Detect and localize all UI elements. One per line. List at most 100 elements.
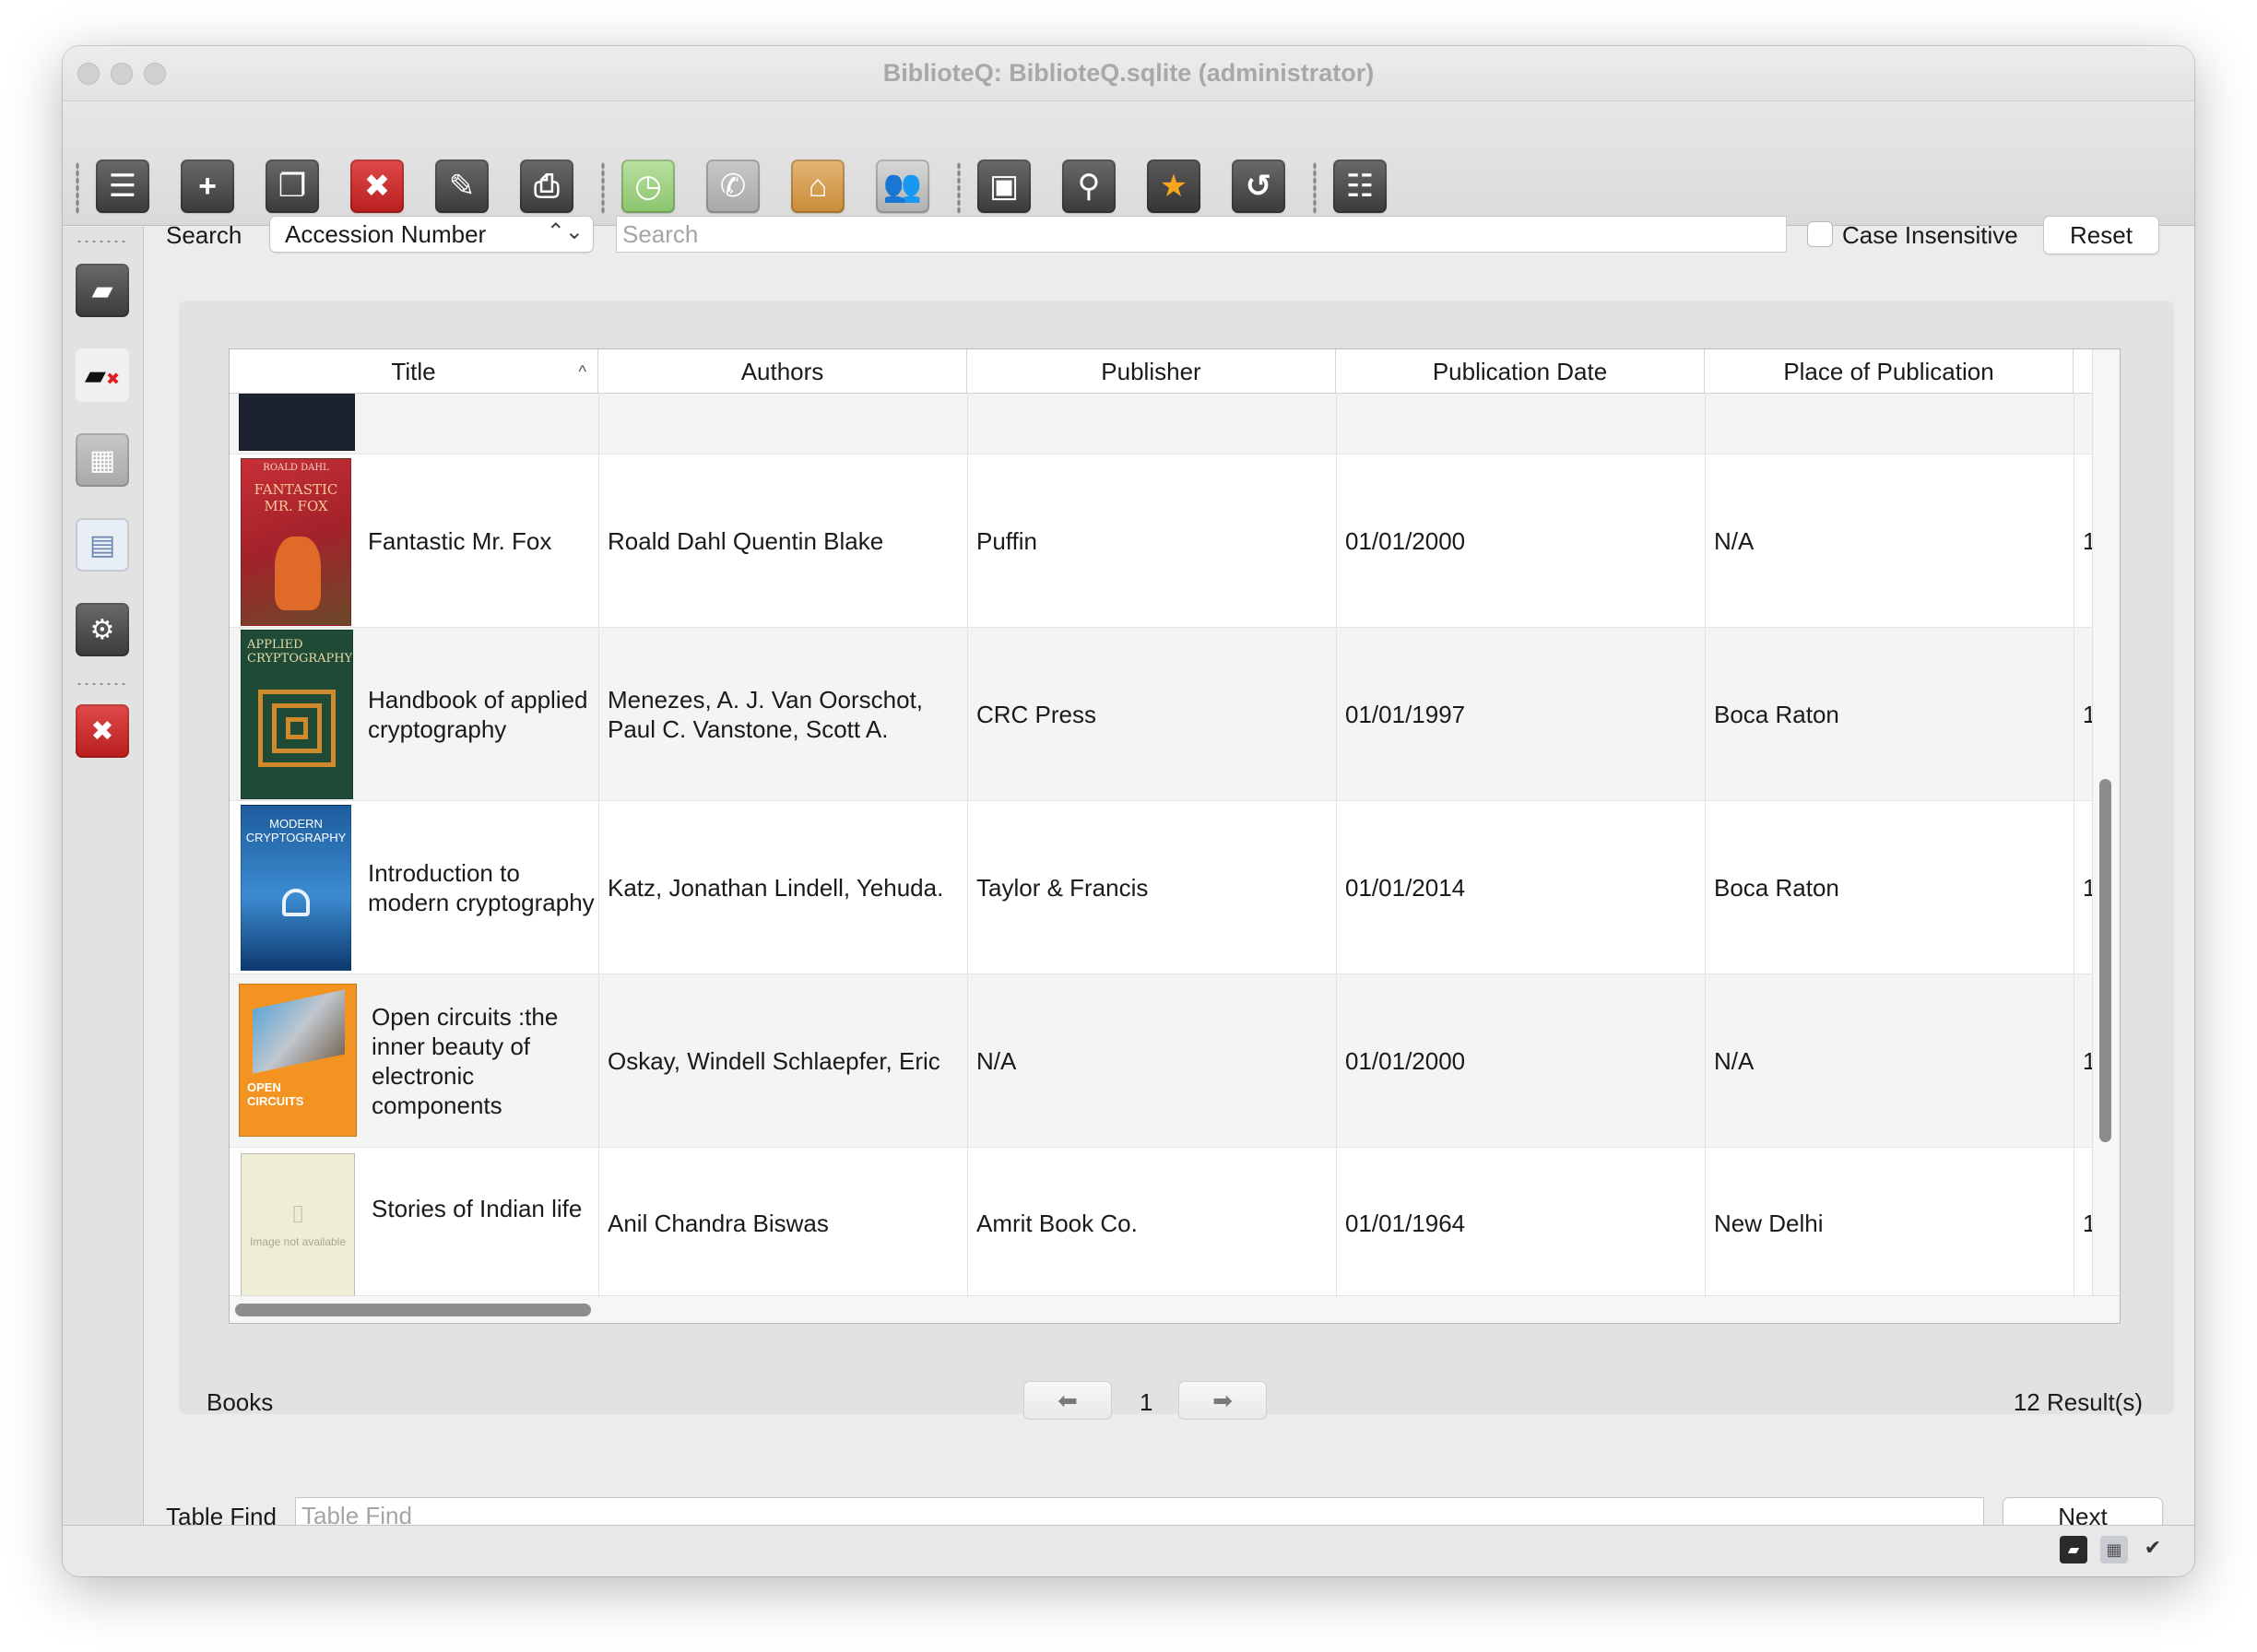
copies-button[interactable]: ▣ xyxy=(977,159,1031,213)
modify-icon: ✎ xyxy=(448,169,476,204)
home-button[interactable]: ⌂ xyxy=(791,159,845,213)
modify-button[interactable]: ✎ xyxy=(435,159,489,213)
toolbar-separator-2 xyxy=(957,162,961,214)
cell-place: Boca Raton xyxy=(1714,700,1839,728)
previous-page-button[interactable]: ⬅ xyxy=(1023,1381,1112,1420)
connect-icon: ▰ xyxy=(91,275,113,306)
history-button[interactable]: ◷ xyxy=(621,159,675,213)
add-button[interactable]: + xyxy=(181,159,234,213)
list-icon: ☰ xyxy=(108,169,137,204)
toolbar-separator xyxy=(601,162,605,214)
book-cover-image xyxy=(239,394,355,451)
vertical-scrollbar[interactable] xyxy=(2092,349,2120,1323)
cell-title: Open circuits :the inner beauty of elect… xyxy=(372,1002,559,1119)
book-cover-image: APPLIED CRYPTOGRAPHY xyxy=(241,630,353,799)
connect-button[interactable]: ▰ xyxy=(76,264,129,317)
horizontal-scroll-thumb[interactable] xyxy=(235,1304,591,1316)
cell-place: Boca Raton xyxy=(1714,873,1839,902)
cell-place: N/A xyxy=(1714,1046,1755,1075)
book-cover-image: ROALD DAHL FANTASTIC MR. FOX xyxy=(241,458,351,626)
settings-button[interactable]: ⚙ xyxy=(76,603,129,656)
horizontal-scrollbar[interactable] xyxy=(230,1295,2120,1323)
cell-authors: Menezes, A. J. Van Oorschot, Paul C. Van… xyxy=(608,685,924,743)
books-table: Title ^ Authors Publisher Publication Da… xyxy=(229,348,2121,1324)
calculator-icon: ▦ xyxy=(89,444,116,476)
table-row[interactable]: MODERN CRYPTOGRAPHY Introduction to mode… xyxy=(230,801,2096,974)
exit-button[interactable]: ✖ xyxy=(76,704,129,758)
column-header-authors[interactable]: Authors xyxy=(598,349,967,394)
column-header-publisher[interactable]: Publisher xyxy=(967,349,1336,394)
cell-place: New Delhi xyxy=(1714,1210,1824,1237)
title-bar: BiblioteQ: BiblioteQ.sqlite (administrat… xyxy=(63,46,2194,101)
arrow-right-icon: ➡ xyxy=(1212,1386,1233,1414)
disconnect-icon: ▰✖ xyxy=(84,360,121,391)
table-row[interactable] xyxy=(230,394,2092,454)
cell-title: Introduction to modern cryptography xyxy=(368,858,595,916)
members-button[interactable]: 👥 xyxy=(876,159,929,213)
status-bar xyxy=(63,1525,2194,1576)
vertical-scroll-thumb[interactable] xyxy=(2099,779,2111,1142)
toolbar-grip[interactable] xyxy=(76,162,79,214)
copies-icon: ▣ xyxy=(988,169,1020,204)
history-icon: ◷ xyxy=(634,169,662,204)
list-button[interactable]: ☰ xyxy=(96,159,149,213)
search-label: Search xyxy=(166,221,242,249)
cell-authors: Anil Chandra Biswas xyxy=(608,1210,829,1237)
table-row[interactable]: APPLIED CRYPTOGRAPHY Handbook of applied… xyxy=(230,628,2096,801)
page-number: 1 xyxy=(1140,1388,1153,1416)
connected-icon: ▰ xyxy=(2060,1536,2087,1564)
cell-publication-date: 01/01/2000 xyxy=(1345,526,1466,555)
duplicate-button[interactable]: ❐ xyxy=(266,159,319,213)
members-icon: 👥 xyxy=(882,169,923,204)
cell-publisher: N/A xyxy=(976,1046,1017,1075)
disconnect-button[interactable]: ▰✖ xyxy=(76,348,129,402)
arrow-left-icon: ⬅ xyxy=(1058,1386,1078,1414)
home-icon: ⌂ xyxy=(808,168,828,204)
search-icon: ⚲ xyxy=(1077,169,1101,204)
cell-publisher: Puffin xyxy=(976,526,1038,555)
refresh-icon: ↺ xyxy=(1245,169,1272,204)
search-button[interactable]: ⚲ xyxy=(1062,159,1116,213)
search-input[interactable] xyxy=(616,216,1787,253)
cell-authors: Roald Dahl Quentin Blake xyxy=(608,526,884,555)
cell-publication-date: 01/01/1964 xyxy=(1345,1210,1466,1237)
delete-icon: ✖ xyxy=(363,169,391,204)
id-card-icon: ▤ xyxy=(89,529,116,560)
calculator-icon: ▦ xyxy=(2100,1536,2128,1564)
phone-button[interactable]: ✆ xyxy=(706,159,760,213)
reset-button[interactable]: Reset xyxy=(2043,216,2159,254)
cell-publisher: CRC Press xyxy=(976,700,1097,728)
cell-publication-date: 01/01/2014 xyxy=(1345,873,1466,902)
sidebar-separator xyxy=(76,682,127,686)
id-card-button[interactable]: ▤ xyxy=(76,518,129,572)
chevron-updown-icon: ⌃⌄ xyxy=(546,219,584,244)
details-button[interactable]: ☷ xyxy=(1333,159,1387,213)
exit-icon: ✖ xyxy=(90,715,114,747)
cell-place: N/A xyxy=(1714,526,1755,555)
search-field-value: Accession Number xyxy=(285,220,487,248)
checkmark-icon: ✔ xyxy=(2144,1536,2162,1559)
sort-ascending-icon: ^ xyxy=(578,362,586,381)
calculator-button[interactable]: ▦ xyxy=(76,433,129,487)
refresh-button[interactable]: ↺ xyxy=(1232,159,1285,213)
column-header-title[interactable]: Title ^ xyxy=(230,349,598,394)
main-window: BiblioteQ: BiblioteQ.sqlite (administrat… xyxy=(63,46,2194,1576)
table-header: Title ^ Authors Publisher Publication Da… xyxy=(230,349,2120,394)
settings-icon: ⚙ xyxy=(89,614,115,645)
column-header-place[interactable]: Place of Publication xyxy=(1705,349,2074,394)
favorite-button[interactable]: ★ xyxy=(1147,159,1200,213)
print-icon: ⎙ xyxy=(534,168,560,204)
cell-authors: Katz, Jonathan Lindell, Yehuda. xyxy=(608,873,944,902)
table-row[interactable]: OPEN CIRCUITS Open circuits :the inner b… xyxy=(230,974,2096,1148)
details-icon: ☷ xyxy=(1345,169,1375,204)
sidebar-grip[interactable] xyxy=(76,240,127,243)
case-insensitive-checkbox[interactable] xyxy=(1807,221,1833,247)
print-button[interactable]: ⎙ xyxy=(520,159,573,213)
search-field-combo[interactable]: Accession Number ⌃⌄ xyxy=(269,216,594,253)
delete-button[interactable]: ✖ xyxy=(350,159,404,213)
next-page-button[interactable]: ➡ xyxy=(1178,1381,1267,1420)
table-row[interactable]: ROALD DAHL FANTASTIC MR. FOX Fantastic M… xyxy=(230,454,2096,628)
cell-publication-date: 01/01/1997 xyxy=(1345,700,1466,728)
column-header-publication-date[interactable]: Publication Date xyxy=(1336,349,1705,394)
add-icon: + xyxy=(198,168,217,204)
